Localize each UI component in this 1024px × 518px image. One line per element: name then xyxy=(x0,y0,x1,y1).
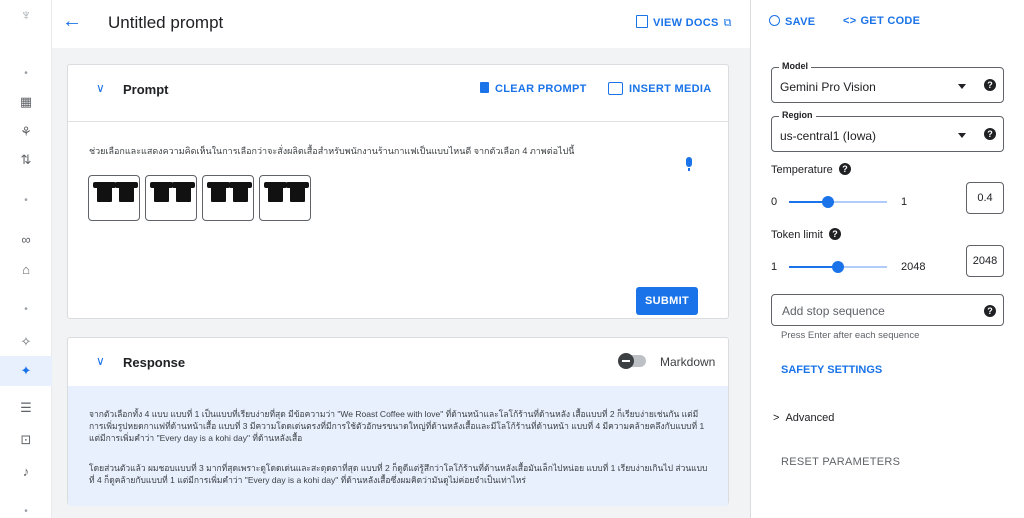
image-thumbnail-shirt-1[interactable] xyxy=(88,175,140,221)
chevron-down-icon[interactable]: ∨ xyxy=(96,354,105,368)
response-paragraph-2: โดยส่วนตัวแล้ว ผมชอบแบบที่ 3 มากที่สุดเพ… xyxy=(89,463,708,485)
safety-settings-button[interactable]: SAFETY SETTINGS xyxy=(781,364,882,376)
reset-parameters-button[interactable]: RESET PARAMETERS xyxy=(781,456,900,468)
advanced-label: Advanced xyxy=(785,412,835,424)
back-arrow-icon[interactable]: ← xyxy=(62,10,82,33)
token-min: 1 xyxy=(771,261,778,273)
dashboard-icon[interactable]: ▦ xyxy=(0,94,52,110)
model-value: Gemini Pro Vision xyxy=(780,80,876,94)
view-docs-label: VIEW DOCS xyxy=(653,17,719,29)
help-icon[interactable]: ? xyxy=(984,305,996,317)
chevron-right-icon: > xyxy=(773,412,780,424)
image-thumbnail-shirt-3[interactable] xyxy=(202,175,254,221)
image-thumbnail-shirt-4[interactable] xyxy=(259,175,311,221)
insert-media-button[interactable]: INSERT MEDIA xyxy=(608,82,711,95)
help-icon[interactable]: ? xyxy=(984,128,996,140)
divider xyxy=(68,121,728,122)
dropdown-caret-icon xyxy=(958,84,966,89)
page-title: Untitled prompt xyxy=(108,13,224,32)
response-paragraph-1: จากตัวเลือกทั้ง 4 แบบ แบบที่ 1 เป็นแบบที… xyxy=(89,409,705,443)
toggle-knob xyxy=(618,353,634,369)
pipelines-icon[interactable]: ⇅ xyxy=(0,152,52,168)
token-slider-thumb[interactable] xyxy=(832,261,844,273)
external-link-icon: ⧉ xyxy=(723,17,732,29)
help-icon[interactable]: ? xyxy=(839,163,851,175)
language-sparkle-icon[interactable]: ✧ xyxy=(0,334,52,350)
chevron-down-icon[interactable]: ∨ xyxy=(96,81,105,95)
model-garden-icon[interactable]: ⚘ xyxy=(0,124,52,140)
temperature-input[interactable]: 0.4 xyxy=(966,182,1004,214)
left-nav-rail: ♆ • ▦ ⚘ ⇅ • ∞ ⌂ • ✧ ✦ ☰ ⊡ ♪ • xyxy=(0,0,52,518)
temperature-slider-thumb[interactable] xyxy=(822,196,834,208)
token-max: 2048 xyxy=(901,261,926,273)
token-limit-input[interactable]: 2048 xyxy=(966,245,1004,277)
response-card-header: ∨ Response Markdown xyxy=(68,338,728,388)
prompt-title: Prompt xyxy=(123,82,169,97)
insert-media-label: INSERT MEDIA xyxy=(629,83,712,95)
clear-prompt-label: CLEAR PROMPT xyxy=(495,83,587,95)
add-photo-icon xyxy=(608,82,623,95)
colab-icon[interactable]: ∞ xyxy=(0,232,52,248)
speech-icon[interactable]: ♪ xyxy=(0,464,52,480)
dropdown-caret-icon xyxy=(958,133,966,138)
response-card: ∨ Response Markdown จากตัวเลือกทั้ง 4 แบ… xyxy=(67,337,729,506)
workbench-icon[interactable]: ⌂ xyxy=(0,262,52,278)
image-thumbnail-shirt-2[interactable] xyxy=(145,175,197,221)
markdown-toggle[interactable] xyxy=(618,353,646,369)
save-button[interactable]: SAVE xyxy=(769,15,815,28)
separator-dot-icon: • xyxy=(24,68,28,79)
separator-dot-icon: • xyxy=(24,195,28,206)
help-icon[interactable]: ? xyxy=(829,228,841,240)
model-label: Model xyxy=(779,61,811,71)
region-value: us-central1 (Iowa) xyxy=(780,129,877,143)
get-code-label: GET CODE xyxy=(860,15,921,27)
document-icon xyxy=(636,15,648,28)
view-docs-link[interactable]: VIEW DOCS ⧉ xyxy=(636,15,732,30)
parameters-panel: SAVE <> GET CODE Model Gemini Pro Vision … xyxy=(750,0,1024,518)
separator-dot-icon: • xyxy=(24,304,28,315)
response-body: จากตัวเลือกทั้ง 4 แบบ แบบที่ 1 เป็นแบบที… xyxy=(68,386,728,506)
save-label: SAVE xyxy=(785,16,816,28)
separator-dot-icon: • xyxy=(24,506,28,517)
temperature-max: 1 xyxy=(901,196,908,208)
prompt-card-header: ∨ Prompt CLEAR PROMPT INSERT MEDIA xyxy=(68,65,728,115)
stop-sequence-input[interactable]: Add stop sequence ? xyxy=(771,294,1004,326)
microphone-icon[interactable] xyxy=(686,157,692,171)
advanced-toggle[interactable]: > Advanced xyxy=(773,412,834,424)
prompt-textarea[interactable]: ช่วยเลือกและแสดงความคิดเห็นในการเลือกว่า… xyxy=(89,145,609,158)
clear-prompt-button[interactable]: CLEAR PROMPT xyxy=(480,82,587,95)
new-prompt-icon[interactable]: ⊡ xyxy=(0,432,52,448)
temperature-label: Temperature xyxy=(771,164,833,176)
stop-sequence-placeholder: Add stop sequence xyxy=(782,304,885,318)
token-limit-label: Token limit xyxy=(771,229,823,241)
save-icon xyxy=(769,15,780,26)
region-label: Region xyxy=(779,110,816,120)
temperature-min: 0 xyxy=(771,196,778,208)
vertex-logo-icon[interactable]: ♆ xyxy=(0,8,52,24)
response-title: Response xyxy=(123,355,186,370)
trash-icon xyxy=(480,82,489,93)
model-select[interactable]: Model Gemini Pro Vision ? xyxy=(771,61,1004,103)
submit-button[interactable]: SUBMIT xyxy=(636,287,698,315)
get-code-button[interactable]: <> GET CODE xyxy=(843,15,920,27)
prompt-list-icon[interactable]: ☰ xyxy=(0,400,52,416)
main-canvas: ∨ Prompt CLEAR PROMPT INSERT MEDIA ช่วยเ… xyxy=(52,48,750,518)
token-track-active xyxy=(789,266,838,268)
prompt-card: ∨ Prompt CLEAR PROMPT INSERT MEDIA ช่วยเ… xyxy=(67,64,729,319)
prompt-header: ← Untitled prompt VIEW DOCS ⧉ xyxy=(52,0,750,48)
multimodal-sparkle-icon[interactable]: ✦ xyxy=(0,356,52,386)
help-icon[interactable]: ? xyxy=(984,79,996,91)
markdown-label: Markdown xyxy=(660,355,716,369)
stop-sequence-hint: Press Enter after each sequence xyxy=(781,330,920,341)
region-select[interactable]: Region us-central1 (Iowa) ? xyxy=(771,110,1004,152)
code-icon: <> xyxy=(843,15,857,27)
